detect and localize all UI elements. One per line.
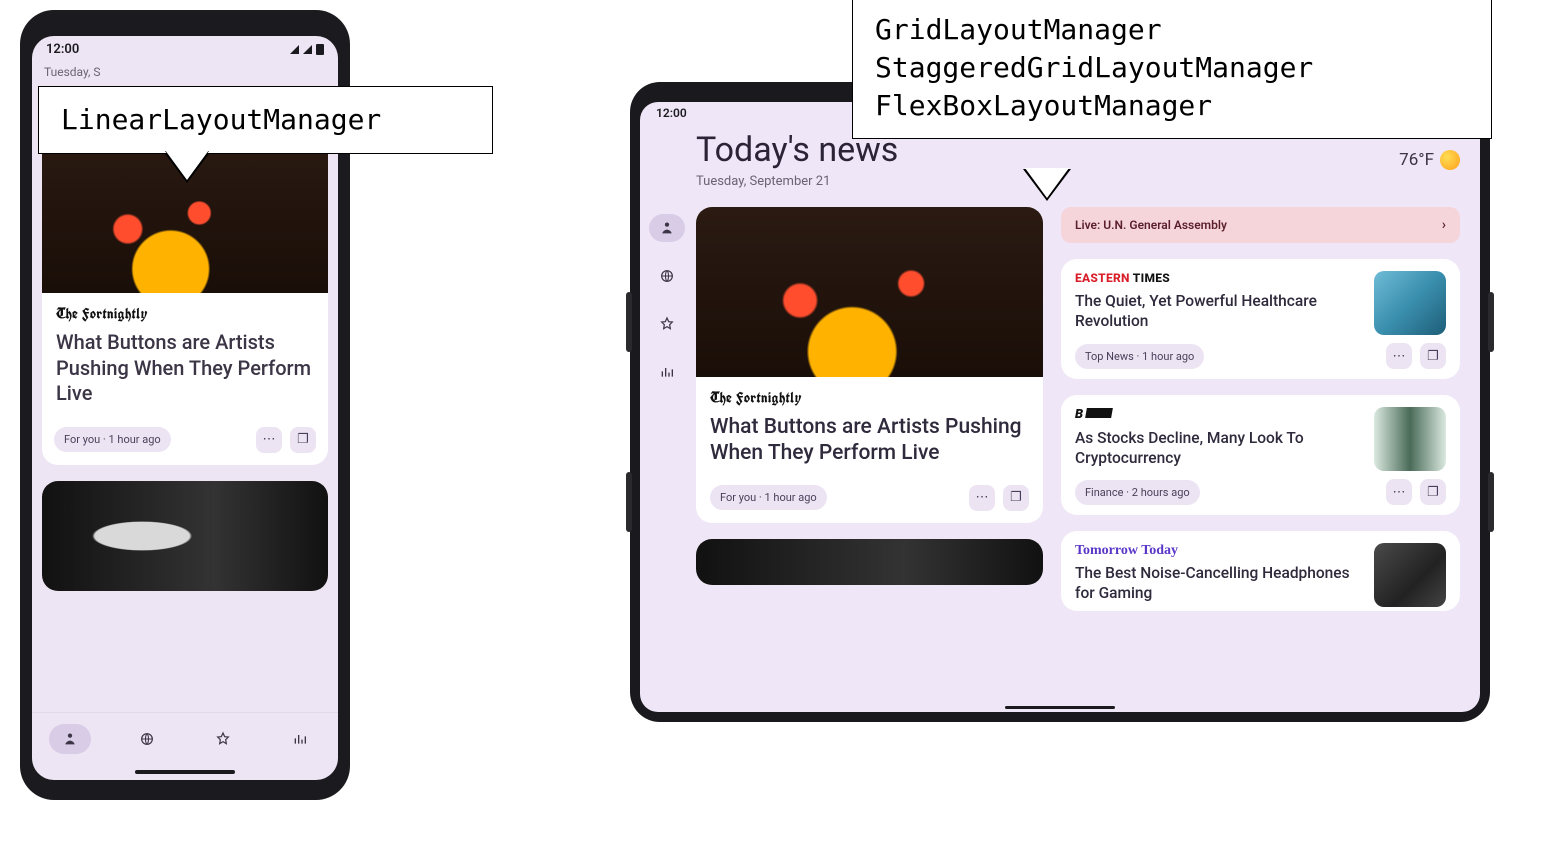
news-card-2[interactable] [42, 481, 328, 591]
globe-icon [659, 268, 675, 284]
clock: 12:00 [656, 106, 687, 120]
callout-text: LinearLayoutManager [61, 101, 470, 139]
mini-card-3[interactable]: Tomorrow Today The Best Noise-Cancelling… [1061, 531, 1460, 611]
callout-line-2: StaggeredGridLayoutManager [875, 49, 1469, 87]
headline: The Quiet, Yet Powerful Healthcare Revol… [1075, 291, 1362, 331]
person-icon [62, 731, 78, 747]
bookmark-icon[interactable]: ❐ [1003, 485, 1029, 511]
callout-line-3: FlexBoxLayoutManager [875, 87, 1469, 125]
card-footer: For you · 1 hour ago ⋯ ❐ [696, 485, 1043, 523]
wifi-icon [303, 45, 312, 54]
nav-star[interactable] [202, 724, 244, 754]
globe-icon [139, 731, 155, 747]
source-bars-icon [1085, 408, 1113, 418]
hinge [1488, 292, 1494, 352]
thumb-image [1374, 271, 1446, 335]
rail-globe[interactable] [649, 262, 685, 290]
bookmark-icon[interactable]: ❐ [1420, 343, 1446, 369]
battery-icon [316, 44, 324, 55]
tablet-body: Today's news 76°F Tuesday, September 21 … [640, 124, 1480, 712]
status-bar: 12:00 [32, 36, 338, 61]
thumb-image [1374, 543, 1446, 607]
more-icon[interactable]: ⋯ [1386, 343, 1412, 369]
date: Tuesday, September 21 [696, 174, 1460, 189]
chevron-right-icon: › [1442, 217, 1446, 233]
weather: 76°F [1399, 150, 1460, 170]
headline: The Best Noise-Cancelling Headphones for… [1075, 563, 1362, 603]
status-icons [290, 44, 324, 55]
sun-icon [1440, 150, 1460, 170]
content-grid: The Fortnightly What Buttons are Artists… [696, 207, 1460, 611]
meta-chip: Finance · 2 hours ago [1075, 480, 1200, 505]
rail-person[interactable] [649, 214, 685, 242]
more-icon[interactable]: ⋯ [256, 427, 282, 453]
person-icon [659, 220, 675, 236]
card-body: The Fortnightly What Buttons are Artists… [42, 293, 328, 427]
headline: What Buttons are Artists Pushing When Th… [710, 414, 1029, 467]
bars-icon [659, 364, 675, 380]
source-label: The Fortnightly [710, 389, 1029, 408]
card-body: The Fortnightly What Buttons are Artists… [696, 377, 1043, 485]
clock: 12:00 [46, 42, 79, 57]
hinge [1488, 472, 1494, 532]
gesture-bar [1005, 706, 1115, 709]
bookmark-icon[interactable]: ❐ [290, 427, 316, 453]
source-label: EASTERN TIMES [1075, 271, 1362, 285]
rail-bars[interactable] [649, 358, 685, 386]
rail-star[interactable] [649, 310, 685, 338]
callout-line-1: GridLayoutManager [875, 11, 1469, 49]
source-b: B [1075, 407, 1084, 422]
bookmark-icon[interactable]: ❐ [1420, 479, 1446, 505]
star-icon [659, 316, 675, 332]
headline: As Stocks Decline, Many Look To Cryptocu… [1075, 428, 1362, 468]
more-icon[interactable]: ⋯ [1386, 479, 1412, 505]
headline: What Buttons are Artists Pushing When Th… [56, 330, 314, 407]
card-image [696, 207, 1043, 377]
live-banner[interactable]: Live: U.N. General Assembly › [1061, 207, 1460, 243]
callout-grid: GridLayoutManager StaggeredGridLayoutMan… [852, 0, 1492, 139]
more-icon[interactable]: ⋯ [969, 485, 995, 511]
source-label: Tomorrow Today [1075, 543, 1362, 559]
hinge [626, 472, 632, 532]
news-card-secondary[interactable] [696, 539, 1043, 585]
grid-col-left: The Fortnightly What Buttons are Artists… [696, 207, 1043, 611]
nav-bars[interactable] [279, 724, 321, 754]
tablet-main: Today's news 76°F Tuesday, September 21 … [694, 124, 1480, 712]
nav-globe[interactable] [126, 724, 168, 754]
mini-card-2[interactable]: B As Stocks Decline, Many Look To Crypto… [1061, 395, 1460, 515]
source-black: TIMES [1130, 271, 1170, 285]
callout-linear: LinearLayoutManager [38, 86, 493, 154]
gesture-bar [32, 764, 338, 780]
grid-col-right: Live: U.N. General Assembly › EASTERN TI… [1061, 207, 1460, 611]
bars-icon [292, 731, 308, 747]
bottom-nav [32, 712, 338, 764]
hinge [626, 292, 632, 352]
card-image [696, 539, 1043, 585]
date-truncated: Tuesday, S [42, 61, 328, 87]
live-banner-text: Live: U.N. General Assembly [1075, 218, 1227, 232]
meta-chip: For you · 1 hour ago [54, 427, 171, 452]
card-footer: For you · 1 hour ago ⋯ ❐ [42, 427, 328, 465]
source-red: EASTERN [1075, 271, 1130, 285]
nav-rail [640, 124, 694, 712]
callout-tail [1025, 168, 1069, 198]
thumb-image [1374, 407, 1446, 471]
source-label: B [1075, 407, 1362, 422]
mini-card-1[interactable]: EASTERN TIMES The Quiet, Yet Powerful He… [1061, 259, 1460, 379]
nav-person[interactable] [49, 724, 91, 754]
card-image [42, 481, 328, 591]
meta-chip: Top News · 1 hour ago [1075, 344, 1204, 369]
temp: 76°F [1399, 150, 1434, 170]
star-icon [215, 731, 231, 747]
meta-chip: For you · 1 hour ago [710, 485, 827, 510]
source-label: The Fortnightly [56, 305, 314, 324]
signal-icon [290, 45, 299, 54]
callout-tail [165, 150, 209, 180]
news-card-main[interactable]: The Fortnightly What Buttons are Artists… [696, 207, 1043, 523]
